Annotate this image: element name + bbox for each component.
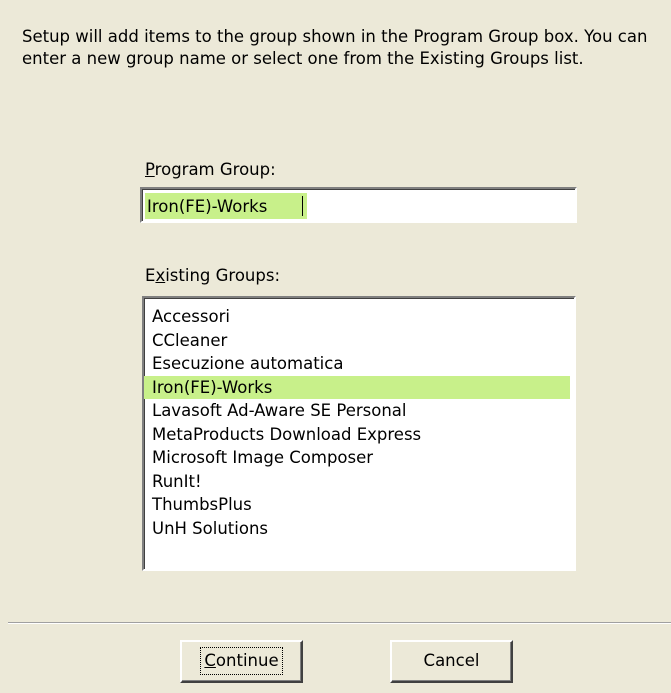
separator-line xyxy=(8,622,671,624)
list-item[interactable]: ThumbsPlus xyxy=(144,493,574,517)
program-group-label-access-key: P xyxy=(145,160,155,179)
list-item[interactable]: Accessori xyxy=(144,305,574,329)
continue-button-access-key: C xyxy=(204,651,216,670)
list-item[interactable]: Esecuzione automatica xyxy=(144,352,574,376)
list-item-selected[interactable]: Iron(FE)-Works xyxy=(144,375,570,399)
existing-groups-label-text: isting Groups: xyxy=(165,266,281,285)
list-item[interactable]: UnH Solutions xyxy=(144,517,574,541)
text-caret xyxy=(302,196,303,216)
program-group-field[interactable] xyxy=(140,187,577,223)
continue-button[interactable]: Continue xyxy=(180,640,303,683)
intro-text: Setup will add items to the group shown … xyxy=(22,27,648,68)
existing-groups-label-first: E xyxy=(145,266,156,285)
list-item[interactable]: MetaProducts Download Express xyxy=(144,423,574,447)
list-item[interactable]: RunIt! xyxy=(144,470,574,494)
list-item[interactable]: Lavasoft Ad-Aware SE Personal xyxy=(144,399,574,423)
existing-groups-label-access-key: x xyxy=(155,266,166,285)
existing-groups-list[interactable]: Accessori CCleaner Esecuzione automatica… xyxy=(142,296,576,571)
program-group-label-text: rogram Group: xyxy=(154,160,276,179)
continue-button-text: ontinue xyxy=(215,651,279,670)
cancel-button[interactable]: Cancel xyxy=(390,640,513,683)
setup-dialog: Setup will add items to the group shown … xyxy=(0,0,671,693)
list-item[interactable]: CCleaner xyxy=(144,329,574,353)
continue-button-label: Continue xyxy=(200,647,283,675)
program-group-input[interactable] xyxy=(145,193,307,219)
existing-groups-label: Existing Groups: xyxy=(145,266,280,286)
program-group-label: Program Group: xyxy=(145,160,276,180)
list-item[interactable]: Microsoft Image Composer xyxy=(144,446,574,470)
